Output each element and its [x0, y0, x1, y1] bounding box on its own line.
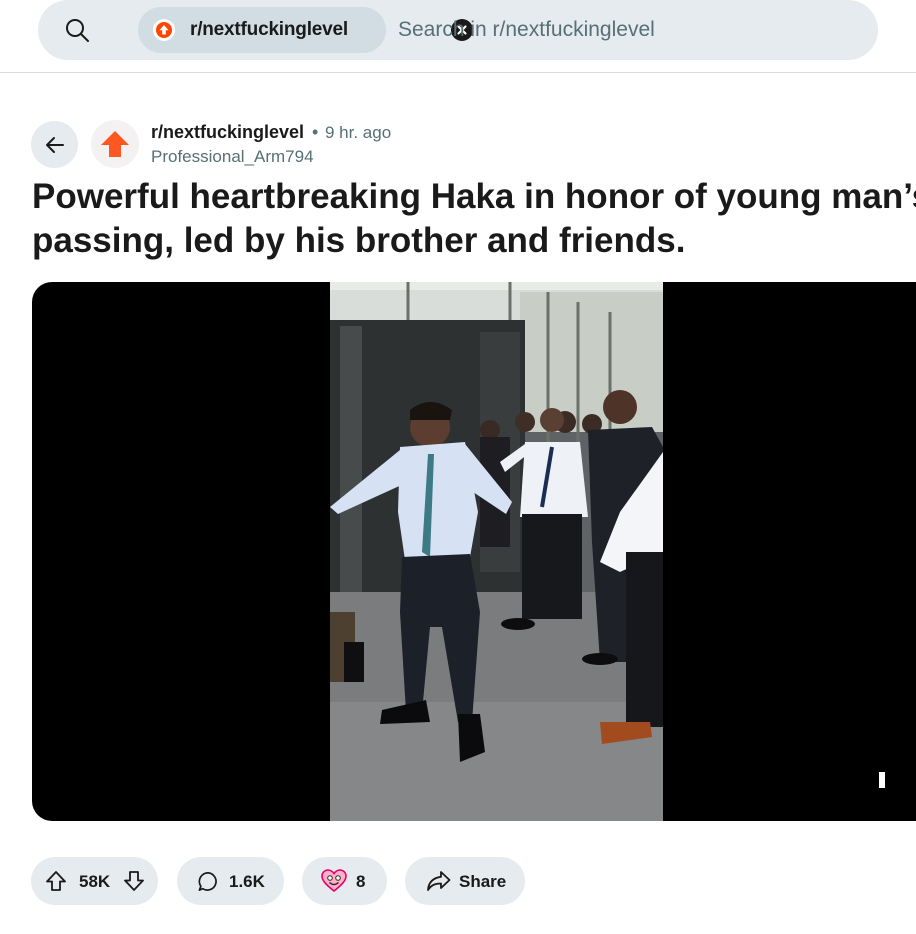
subreddit-filter-chip[interactable]: r/nextfuckinglevel — [138, 7, 473, 53]
header-divider — [0, 72, 916, 73]
video-scrubber-handle[interactable] — [879, 772, 885, 788]
award-button[interactable]: 8 — [302, 857, 387, 905]
meta-separator: • — [312, 122, 319, 142]
vote-button-group: 58K — [31, 857, 158, 905]
search-input[interactable]: Search in r/nextfuckinglevel — [398, 18, 655, 42]
post-title: Powerful heartbreaking Haka in honor of … — [32, 175, 916, 263]
subreddit-chip-label: r/nextfuckinglevel — [190, 19, 348, 40]
share-icon — [427, 871, 451, 891]
award-count: 8 — [356, 872, 366, 891]
comments-button[interactable]: 1.6K — [177, 857, 284, 905]
post-timestamp: 9 hr. ago — [325, 123, 392, 142]
upvote-icon[interactable] — [44, 869, 68, 893]
search-bar[interactable]: r/nextfuckinglevel Search in r/nextfucki… — [38, 0, 878, 60]
downvote-icon[interactable] — [122, 869, 146, 893]
back-button[interactable] — [31, 121, 78, 168]
comment-count: 1.6K — [229, 872, 265, 891]
video-frame — [330, 282, 663, 821]
subreddit-avatar-icon — [101, 131, 129, 157]
subreddit-avatar[interactable] — [91, 120, 139, 168]
comment-icon — [198, 872, 217, 891]
award-icon — [321, 869, 347, 893]
share-button[interactable]: Share — [405, 857, 525, 905]
vote-count: 58K — [79, 872, 111, 891]
post-title-line-1: Powerful heartbreaking Haka in honor of … — [32, 177, 916, 216]
video-player[interactable] — [32, 282, 916, 821]
search-icon[interactable] — [64, 17, 90, 43]
post-title-line-2: passing, led by his brother and friends. — [32, 221, 686, 260]
post-author-link[interactable]: Professional_Arm794 — [151, 147, 314, 167]
post-subreddit-link[interactable]: r/nextfuckinglevel — [151, 122, 304, 143]
upvote-icon — [153, 19, 175, 41]
back-arrow-icon — [45, 136, 64, 153]
share-label: Share — [459, 872, 507, 891]
